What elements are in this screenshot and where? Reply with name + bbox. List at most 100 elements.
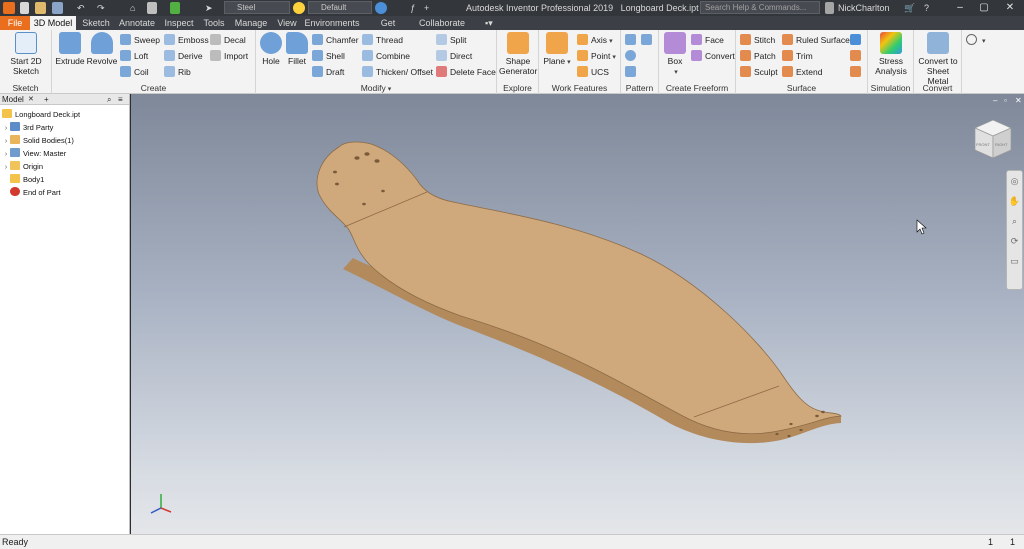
extrude-button[interactable]: Extrude bbox=[54, 32, 86, 82]
graphics-viewport[interactable]: FRONT RIGHT – ▫ ✕ bbox=[131, 94, 1024, 534]
update-icon[interactable] bbox=[170, 2, 180, 14]
hole-button[interactable]: Hole bbox=[258, 32, 284, 82]
stitch-button[interactable]: Stitch bbox=[740, 33, 775, 47]
tab-get-started[interactable]: Get Started bbox=[365, 16, 411, 42]
sketch-pattern-icon[interactable] bbox=[625, 65, 639, 79]
tab-3d-model[interactable]: 3D Model bbox=[30, 16, 76, 30]
ruled-surface-button[interactable]: Ruled Surface bbox=[782, 33, 850, 47]
sweep-button[interactable]: Sweep bbox=[120, 33, 160, 47]
extend-button[interactable]: Extend bbox=[782, 65, 822, 79]
tab-manage[interactable]: Manage bbox=[232, 16, 270, 30]
adjust-icon[interactable] bbox=[375, 2, 387, 14]
open-folder-icon[interactable] bbox=[35, 2, 46, 14]
decal-button[interactable]: Decal bbox=[210, 33, 246, 47]
shape-generator-button[interactable]: Shape Generator bbox=[499, 32, 537, 82]
rib-button[interactable]: Rib bbox=[164, 65, 191, 79]
stress-analysis-button[interactable]: Stress Analysis bbox=[870, 32, 912, 82]
help-search-input[interactable]: Search Help & Commands... bbox=[700, 1, 820, 14]
ribbon-options-icon[interactable]: ▪▾ bbox=[485, 16, 493, 30]
close-icon[interactable]: ✕ bbox=[28, 94, 34, 105]
panel-label-modify[interactable]: Modify ▾ bbox=[256, 83, 496, 94]
delete-face-button[interactable]: Delete Face bbox=[436, 65, 496, 79]
tree-node-body1[interactable]: Body1 bbox=[2, 173, 44, 186]
fx-icon[interactable]: ƒ bbox=[410, 0, 415, 16]
tree-node-solid-bodies[interactable]: › Solid Bodies(1) bbox=[2, 134, 74, 147]
repair-bodies-icon[interactable] bbox=[850, 33, 864, 47]
print-icon[interactable] bbox=[147, 2, 157, 14]
look-at-icon[interactable]: ▭ bbox=[1007, 251, 1022, 271]
direct-button[interactable]: Direct bbox=[436, 49, 472, 63]
derive-button[interactable]: Derive bbox=[164, 49, 203, 63]
tree-node-view-master[interactable]: › View: Master bbox=[2, 147, 66, 160]
steering-wheel-icon[interactable]: ◎ bbox=[1007, 171, 1022, 191]
loft-button[interactable]: Loft bbox=[120, 49, 148, 63]
mirror-icon[interactable] bbox=[641, 33, 655, 47]
tab-annotate[interactable]: Annotate bbox=[117, 16, 157, 30]
convert-freeform-button[interactable]: Convert bbox=[691, 49, 735, 63]
redo-icon[interactable]: ↷ bbox=[97, 0, 105, 16]
split-button[interactable]: Split bbox=[436, 33, 467, 47]
tab-inspect[interactable]: Inspect bbox=[162, 16, 196, 30]
tab-tools[interactable]: Tools bbox=[201, 16, 227, 30]
viewport-minimize-icon[interactable]: – bbox=[993, 96, 997, 105]
save-icon[interactable] bbox=[52, 2, 63, 14]
sculpt-button[interactable]: Sculpt bbox=[740, 65, 778, 79]
shell-button[interactable]: Shell bbox=[312, 49, 345, 63]
box-button[interactable]: Box ▾ bbox=[661, 32, 689, 82]
plane-button[interactable]: Plane ▾ bbox=[541, 32, 573, 82]
patch-button[interactable]: Patch bbox=[740, 49, 776, 63]
undo-icon[interactable]: ↶ bbox=[77, 0, 85, 16]
thicken-offset-button[interactable]: Thicken/ Offset bbox=[362, 65, 433, 79]
circular-pattern-icon[interactable] bbox=[625, 49, 639, 63]
point-button[interactable]: Point ▾ bbox=[577, 49, 616, 63]
tab-view[interactable]: View bbox=[274, 16, 300, 30]
new-file-icon[interactable] bbox=[20, 2, 29, 14]
browser-search-icon[interactable]: ⌕ bbox=[107, 94, 111, 105]
tree-node-part[interactable]: Longboard Deck.ipt bbox=[2, 108, 80, 121]
face-button[interactable]: Face bbox=[691, 33, 724, 47]
viewport-close-icon[interactable]: ✕ bbox=[1015, 96, 1022, 105]
close-button[interactable]: ✕ bbox=[998, 0, 1022, 16]
trim-button[interactable]: Trim bbox=[782, 49, 813, 63]
pan-icon[interactable]: ✋ bbox=[1007, 191, 1022, 211]
tree-node-end-of-part[interactable]: End of Part bbox=[2, 186, 61, 199]
browser-menu-icon[interactable]: ≡ bbox=[118, 94, 123, 105]
replace-face-icon[interactable] bbox=[850, 65, 864, 79]
import-button[interactable]: Import bbox=[210, 49, 248, 63]
browser-tab-model[interactable]: Model bbox=[2, 95, 24, 104]
convert-to-sheet-metal-button[interactable]: Convert to Sheet Metal bbox=[916, 32, 960, 86]
rectangular-pattern-icon[interactable] bbox=[625, 33, 639, 47]
zoom-icon[interactable]: ⌕ bbox=[1007, 211, 1022, 231]
coil-button[interactable]: Coil bbox=[120, 65, 149, 79]
orbit-icon[interactable]: ⟳ bbox=[1007, 231, 1022, 251]
tab-environments[interactable]: Environments bbox=[304, 16, 360, 30]
viewport-restore-icon[interactable]: ▫ bbox=[1004, 96, 1007, 105]
tab-collaborate[interactable]: Collaborate bbox=[416, 16, 468, 30]
combine-button[interactable]: Combine bbox=[362, 49, 410, 63]
axis-button[interactable]: Axis ▾ bbox=[577, 33, 613, 47]
viewcube[interactable]: FRONT RIGHT bbox=[974, 119, 1012, 159]
tree-node-3rd-party[interactable]: › 3rd Party bbox=[2, 121, 53, 134]
revolve-button[interactable]: Revolve bbox=[86, 32, 118, 82]
material-combo[interactable]: Steel bbox=[224, 1, 290, 14]
chamfer-button[interactable]: Chamfer bbox=[312, 33, 359, 47]
ucs-button[interactable]: UCS bbox=[577, 65, 609, 79]
user-name[interactable]: NickCharlton bbox=[838, 0, 890, 16]
cart-icon[interactable]: 🛒 bbox=[904, 0, 915, 16]
minimize-button[interactable]: – bbox=[948, 0, 972, 16]
tree-node-origin[interactable]: › Origin bbox=[2, 160, 43, 173]
inventor-logo-icon[interactable] bbox=[3, 2, 15, 14]
tab-sketch[interactable]: Sketch bbox=[80, 16, 112, 30]
help-icon[interactable]: ? bbox=[924, 0, 929, 16]
start-2d-sketch-button[interactable]: Start 2D Sketch bbox=[4, 32, 48, 82]
user-avatar-icon[interactable] bbox=[825, 2, 834, 14]
plus-icon[interactable]: + bbox=[424, 0, 429, 16]
emboss-button[interactable]: Emboss bbox=[164, 33, 209, 47]
select-arrow-icon[interactable]: ➤ bbox=[205, 0, 213, 16]
home-icon[interactable]: ⌂ bbox=[130, 0, 135, 16]
ribbon-expand-button[interactable]: ▾ bbox=[966, 33, 986, 47]
fillet-button[interactable]: Fillet bbox=[284, 32, 310, 82]
fit-mesh-icon[interactable] bbox=[850, 49, 864, 63]
add-browser-icon[interactable]: + bbox=[44, 94, 49, 105]
draft-button[interactable]: Draft bbox=[312, 65, 344, 79]
